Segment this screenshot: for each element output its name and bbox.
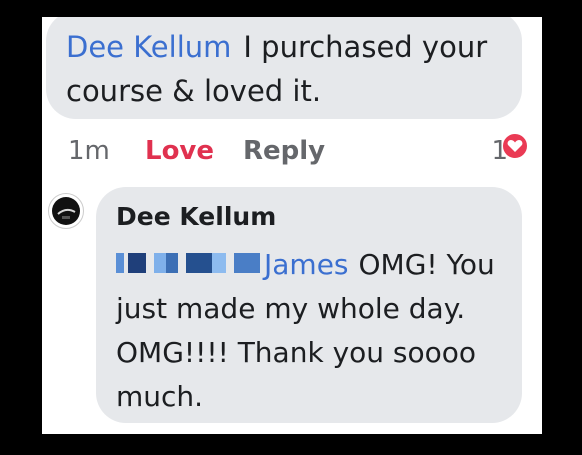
comment-thread: Dee Kellum I purchased your course & love…: [42, 17, 542, 434]
reply-author-link[interactable]: Dee Kellum: [116, 199, 276, 235]
love-reaction-button[interactable]: Love: [145, 133, 214, 169]
comment-author-link[interactable]: Dee Kellum: [66, 30, 231, 64]
comment-timestamp: 1m: [68, 136, 110, 166]
reply-bubble: Dee Kellum James OMG! You just made my wh…: [96, 187, 522, 423]
heart-icon[interactable]: [502, 133, 528, 159]
reply-button[interactable]: Reply: [243, 133, 325, 169]
comment-body: Dee Kellum I purchased your course & love…: [66, 25, 506, 113]
reply-body: James OMG! You just made my whole day. OM…: [116, 243, 516, 419]
comment-bubble: Dee Kellum I purchased your course & love…: [46, 17, 522, 119]
redacted-name: [116, 253, 260, 273]
comment-actions: 1m Love Reply 1: [68, 133, 528, 169]
avatar[interactable]: [48, 193, 84, 229]
mention-link[interactable]: James: [264, 248, 349, 281]
